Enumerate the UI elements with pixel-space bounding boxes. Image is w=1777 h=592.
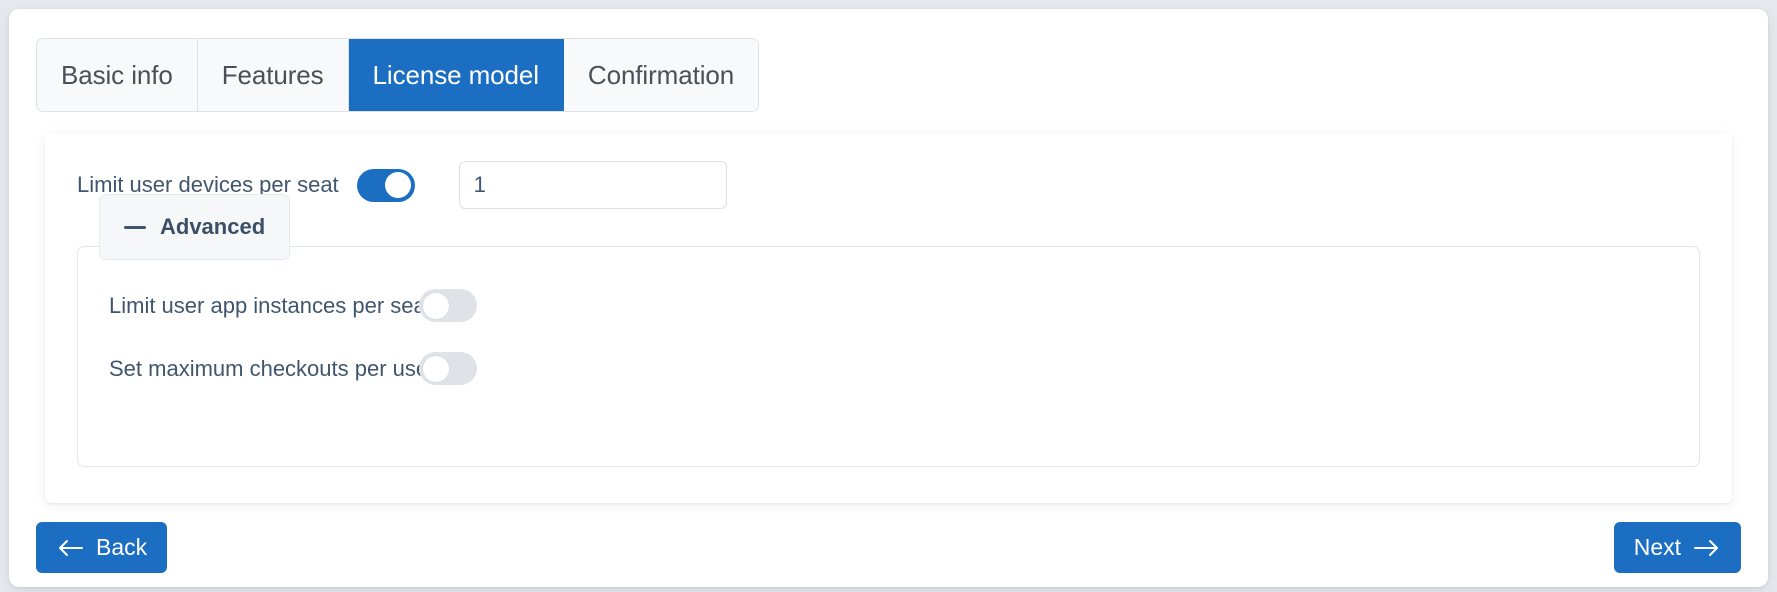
tab-license-model[interactable]: License model [348,39,564,111]
limit-devices-toggle[interactable] [356,168,415,202]
toggle-knob [422,355,449,382]
toggle-knob [385,172,412,198]
next-button-label: Next [1633,534,1681,560]
advanced-label: Advanced [160,214,266,239]
advanced-toggle-header[interactable]: Advanced [99,194,291,260]
max-checkouts-row: Set maximum checkouts per user [109,352,477,385]
wizard-shell: Basic info Features License model Confir… [9,9,1768,587]
arrow-right-icon [1694,539,1718,556]
limit-app-instances-label: Limit user app instances per seat [109,292,432,318]
limit-app-instances-row: Limit user app instances per seat [109,289,477,322]
toggle-knob [422,292,449,319]
advanced-fieldset: Advanced Limit user app instances per se… [77,194,1700,467]
max-checkouts-toggle[interactable] [419,352,477,385]
max-checkouts-label: Set maximum checkouts per user [109,355,436,381]
tab-features[interactable]: Features [197,39,349,111]
page-root: Basic info Features License model Confir… [0,0,1777,592]
wizard-tabbar: Basic info Features License model Confir… [36,38,760,112]
next-button[interactable]: Next [1613,522,1741,573]
minus-icon [124,225,146,229]
license-model-card: Limit user devices per seat Advanced Lim… [45,133,1732,503]
back-button-label: Back [96,534,148,560]
arrow-left-icon [59,539,83,556]
tab-confirmation[interactable]: Confirmation [563,39,759,111]
limit-app-instances-toggle[interactable] [419,289,477,322]
tab-basic-info[interactable]: Basic info [37,39,198,111]
limit-devices-input[interactable] [458,161,727,209]
back-button[interactable]: Back [36,522,168,573]
